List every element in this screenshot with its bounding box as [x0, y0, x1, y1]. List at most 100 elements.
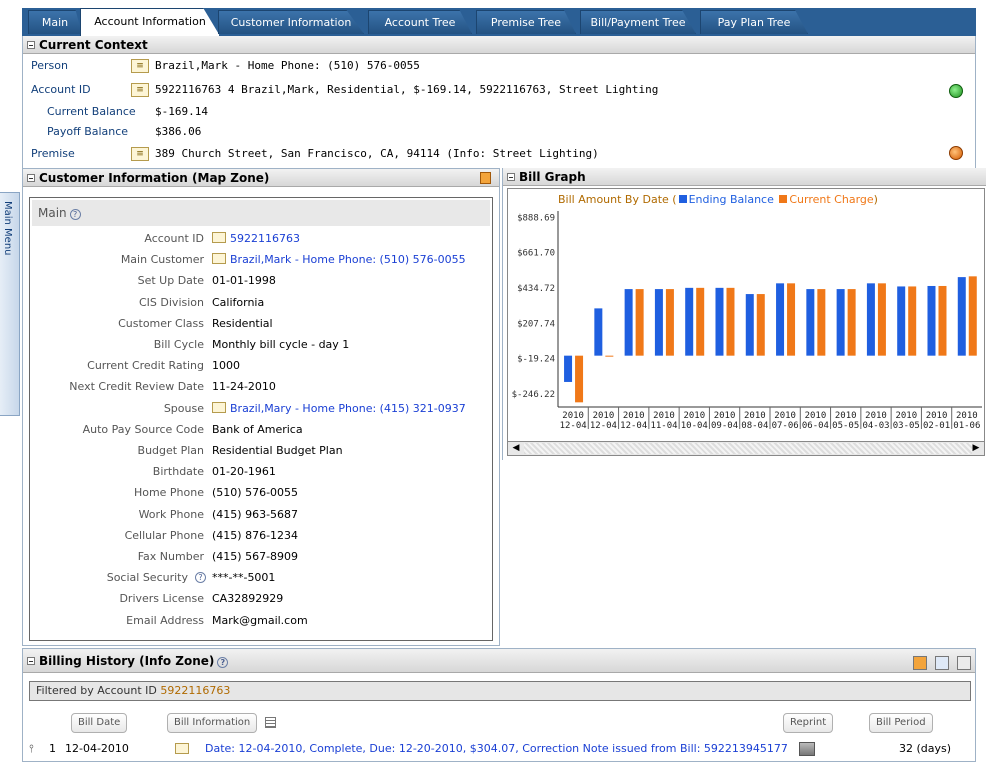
field-value[interactable]: 5922116763 — [212, 232, 300, 245]
bar-current-charge[interactable] — [726, 287, 735, 356]
bar-ending-balance[interactable] — [654, 289, 663, 356]
context-header[interactable]: Current Context — [23, 36, 975, 54]
zone-menu-icon[interactable] — [912, 656, 927, 670]
bill-information-column-button[interactable]: Bill Information — [167, 713, 258, 733]
scroll-left-icon[interactable]: ◀ — [510, 443, 522, 454]
main-menu-toggle[interactable]: Main Menu — [0, 192, 20, 416]
bar-ending-balance[interactable] — [806, 289, 815, 356]
help-icon[interactable]: ? — [217, 657, 229, 668]
context-title: Current Context — [39, 38, 148, 52]
scroll-track[interactable] — [524, 443, 972, 454]
bar-ending-balance[interactable] — [685, 287, 694, 356]
field-value-text[interactable]: Brazil,Mary - Home Phone: (415) 321-0937 — [230, 402, 466, 415]
bar-current-charge[interactable] — [968, 276, 977, 356]
context-menu-icon[interactable] — [175, 743, 189, 754]
bar-ending-balance[interactable] — [715, 287, 724, 356]
field-value: (415) 963-5687 — [212, 507, 299, 521]
scroll-right-icon[interactable]: ▶ — [970, 443, 982, 454]
tab-bar: Main Account Information Customer Inform… — [0, 0, 986, 36]
y-tick-label: $888.69 — [517, 213, 555, 223]
bar-ending-balance[interactable] — [624, 289, 633, 356]
x-tick-label: 2010 — [714, 411, 736, 421]
bar-ending-balance[interactable] — [745, 294, 754, 356]
tab-premise-tree[interactable]: Premise Tree — [476, 10, 576, 34]
x-tick-label: 09-04 — [711, 421, 738, 431]
table-row[interactable]: ⫯ 1 12-04-2010 Date: 12-04-2010, Complet… — [29, 739, 971, 759]
collapse-icon[interactable] — [27, 657, 35, 665]
field-label: Current Credit Rating — [87, 359, 204, 373]
tab-main[interactable]: Main — [28, 10, 82, 34]
printer-icon[interactable] — [799, 742, 815, 756]
zone-menu-icon[interactable] — [480, 172, 491, 184]
tab-customer-information[interactable]: Customer Information — [218, 10, 364, 34]
bar-current-charge[interactable] — [635, 289, 644, 356]
help-icon[interactable]: ? — [195, 572, 206, 584]
tab-bill-payment-tree[interactable]: Bill/Payment Tree — [580, 10, 696, 34]
help-icon[interactable]: ? — [69, 209, 81, 220]
bar-current-charge[interactable] — [665, 289, 674, 356]
tab-account-information[interactable]: Account Information — [80, 8, 220, 36]
collapse-icon[interactable] — [507, 173, 515, 181]
bill-graph-title: Bill Graph — [519, 170, 586, 184]
bar-current-charge[interactable] — [938, 285, 947, 356]
context-menu-icon[interactable] — [212, 232, 226, 243]
x-tick-label: 03-05 — [893, 421, 920, 431]
x-tick-label: 2010 — [774, 411, 796, 421]
bar-current-charge[interactable] — [877, 283, 886, 356]
field-value[interactable]: Brazil,Mary - Home Phone: (415) 321-0937 — [212, 401, 466, 415]
chart-scrollbar[interactable]: ◀ ▶ — [508, 441, 984, 455]
x-tick-label: 04-03 — [862, 421, 889, 431]
bar-ending-balance[interactable] — [564, 355, 573, 382]
x-tick-label: 06-04 — [802, 421, 829, 431]
context-menu-icon[interactable]: ≡ — [131, 59, 149, 73]
field-label: Cellular Phone — [124, 528, 204, 542]
bar-ending-balance[interactable] — [836, 289, 845, 356]
bar-current-charge[interactable] — [817, 289, 826, 356]
collapse-icon[interactable] — [27, 41, 35, 49]
bar-current-charge[interactable] — [575, 355, 584, 403]
x-tick-label: 05-05 — [832, 421, 859, 431]
account-status-icon[interactable] — [949, 84, 963, 98]
field-value-text[interactable]: 5922116763 — [230, 232, 300, 245]
bar-current-charge[interactable] — [908, 286, 917, 356]
column-list-icon[interactable] — [265, 717, 276, 728]
row-bill-date: 12-04-2010 — [65, 742, 129, 755]
field-value[interactable]: Brazil,Mark - Home Phone: (510) 576-0055 — [212, 253, 466, 266]
billing-history-header[interactable]: Billing History (Info Zone)? — [23, 649, 975, 673]
bar-current-charge[interactable] — [696, 287, 705, 356]
bar-ending-balance[interactable] — [866, 283, 875, 356]
reprint-column-button[interactable]: Reprint — [783, 713, 834, 733]
bar-ending-balance[interactable] — [776, 283, 785, 356]
bill-graph-header[interactable]: Bill Graph — [503, 168, 986, 186]
field-label: Bill Cycle — [153, 338, 204, 351]
premise-status-icon[interactable] — [949, 146, 963, 160]
context-menu-icon[interactable]: ≡ — [131, 147, 149, 161]
bar-current-charge[interactable] — [787, 283, 796, 356]
context-menu-icon[interactable] — [212, 401, 226, 413]
table-view-icon[interactable] — [957, 656, 971, 670]
row-bill-information[interactable]: Date: 12-04-2010, Complete, Due: 12-20-2… — [205, 739, 788, 759]
tab-pay-plan-tree[interactable]: Pay Plan Tree — [700, 10, 808, 34]
bar-current-charge[interactable] — [756, 294, 765, 356]
export-icon[interactable] — [934, 656, 949, 670]
bar-current-charge[interactable] — [847, 289, 856, 356]
bar-ending-balance[interactable] — [957, 277, 966, 356]
bar-ending-balance[interactable] — [927, 285, 936, 356]
current-balance-value: $-169.14 — [155, 105, 208, 118]
bar-ending-balance[interactable] — [594, 308, 603, 356]
x-tick-label: 2010 — [623, 411, 645, 421]
bar-ending-balance[interactable] — [897, 286, 906, 356]
map-zone-header[interactable]: Customer Information (Map Zone) — [23, 169, 499, 187]
row-index: 1 — [49, 742, 56, 755]
bill-period-column-button[interactable]: Bill Period — [869, 713, 933, 733]
context-menu-icon[interactable]: ≡ — [131, 83, 149, 97]
bill-date-column-button[interactable]: Bill Date — [71, 713, 128, 733]
row-bill-period: 32 (days) — [899, 742, 952, 755]
field-value: CA32892929 — [212, 592, 284, 606]
field-value-text[interactable]: Brazil,Mark - Home Phone: (510) 576-0055 — [230, 253, 466, 266]
bar-current-charge[interactable] — [605, 355, 614, 357]
context-menu-icon[interactable] — [212, 253, 226, 265]
tab-account-tree[interactable]: Account Tree — [368, 10, 472, 34]
collapse-icon[interactable] — [27, 174, 35, 182]
row-pin-icon[interactable]: ⫯ — [29, 739, 34, 759]
